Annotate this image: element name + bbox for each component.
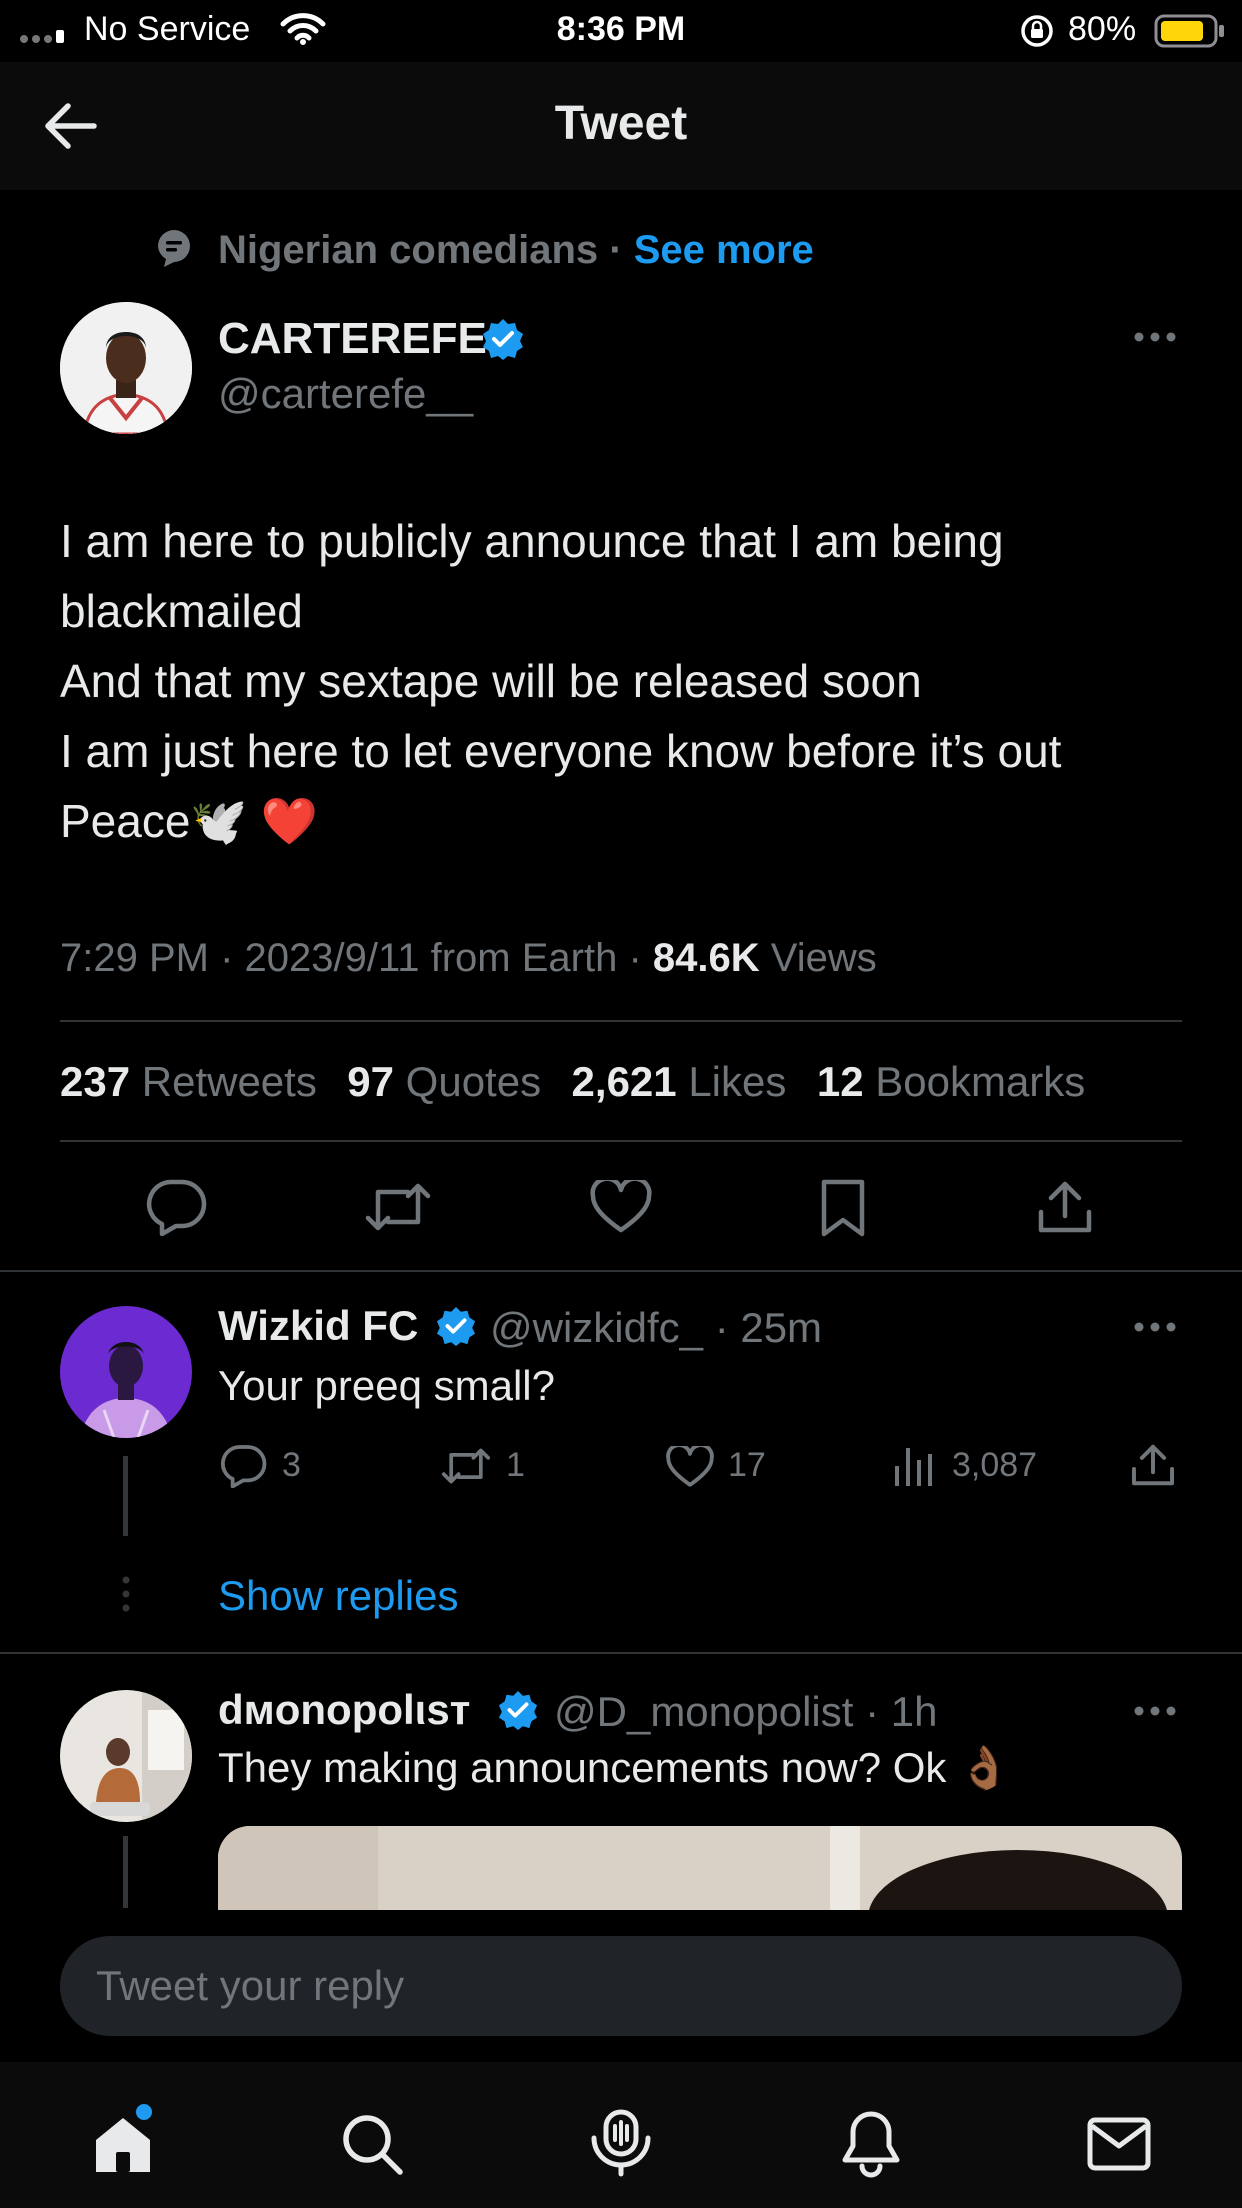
reply-time: · 25m (714, 1304, 823, 1351)
divider (0, 1270, 1242, 1272)
retweets-stat[interactable]: 237 Retweets (60, 1058, 317, 1105)
reply-input-placeholder: Tweet your reply (96, 1962, 405, 2009)
reply-author-name[interactable]: Wizkid FC (218, 1302, 418, 1349)
battery-icon (1154, 14, 1226, 48)
like-count: 17 (728, 1446, 766, 1484)
bottom-tab-bar (0, 2062, 1242, 2208)
mail-icon[interactable] (1086, 2116, 1152, 2172)
notification-dot (136, 2104, 152, 2120)
reply-icon[interactable] (146, 1178, 208, 1236)
thread-line (123, 1456, 128, 1536)
reply-meta: @D_monopolist · 1h (554, 1688, 937, 1736)
reply-media[interactable] (218, 1826, 1182, 1910)
tweet-meta: 7:29 PM · 2023/9/11 from Earth · 84.6K V… (60, 936, 877, 981)
verified-badge-icon (498, 1690, 538, 1730)
retweet-icon[interactable] (440, 1446, 492, 1486)
author-handle[interactable]: @carterefe__ (218, 370, 473, 418)
reply-author-handle[interactable]: @D_monopolist (554, 1688, 853, 1735)
tweet-stats: 237 Retweets 97 Quotes 2,621 Likes 12 Bo… (60, 1058, 1085, 1106)
retweets-count: 237 (60, 1058, 131, 1105)
likes-label: Likes (688, 1058, 787, 1105)
verified-badge-icon (482, 318, 524, 360)
bookmarks-stat[interactable]: 12 Bookmarks (817, 1058, 1085, 1105)
bookmarks-count: 12 (816, 1058, 864, 1105)
heart-icon[interactable] (590, 1180, 652, 1234)
thread-line (123, 1836, 128, 1908)
page-title: Tweet (554, 97, 688, 150)
tweet-timestamp: 7:29 PM · 2023/9/11 from Earth · (60, 936, 653, 980)
retweet-count: 1 (506, 1446, 525, 1484)
reply-header: dмonopolιsт (218, 1686, 470, 1734)
topic-context: Nigerian comedians · See more (218, 228, 814, 273)
reply-input[interactable]: Tweet your reply (60, 1936, 1182, 2036)
view-count: 3,087 (952, 1446, 1038, 1484)
retweets-label: Retweets (141, 1058, 317, 1105)
analytics-icon[interactable] (892, 1444, 934, 1488)
reply-meta: @wizkidfc_ · 25m (490, 1304, 822, 1352)
reply-avatar[interactable] (60, 1690, 192, 1822)
reply-author-handle[interactable]: @wizkidfc_ (490, 1304, 703, 1351)
more-horizontal-icon[interactable] (1132, 1704, 1178, 1718)
likes-count: 2,621 (571, 1058, 677, 1105)
thread-dots-icon (120, 1576, 132, 1612)
bookmark-icon[interactable] (818, 1178, 868, 1238)
spaces-icon[interactable] (588, 2108, 654, 2178)
bell-icon[interactable] (840, 2108, 902, 2178)
reply-author-name[interactable]: dмonopolιsт (218, 1686, 470, 1733)
quotes-stat[interactable]: 97 Quotes (347, 1058, 541, 1105)
clock: 8:36 PM (556, 10, 686, 48)
search-icon[interactable] (340, 2112, 404, 2176)
share-icon[interactable] (1036, 1178, 1094, 1236)
topic-icon (156, 228, 192, 268)
battery-percent: 80% (1068, 10, 1137, 48)
orientation-lock-icon (1020, 14, 1054, 48)
reply-count: 3 (282, 1446, 301, 1484)
topic-separator: · (609, 228, 623, 272)
heart-icon[interactable] (666, 1446, 714, 1488)
topic-label[interactable]: Nigerian comedians (218, 228, 598, 272)
views-count: 84.6K (652, 936, 760, 980)
divider (60, 1020, 1182, 1022)
quotes-label: Quotes (405, 1058, 542, 1105)
bookmarks-label: Bookmarks (875, 1058, 1086, 1105)
author-name[interactable]: CARTEREFE (218, 314, 487, 364)
home-icon[interactable] (90, 2114, 156, 2176)
top-navigation: Tweet (0, 62, 1242, 190)
reply-avatar[interactable] (60, 1306, 192, 1438)
reply-text: They making announcements now? Ok 👌🏾 (218, 1744, 1011, 1791)
show-replies-link[interactable]: Show replies (218, 1572, 458, 1620)
more-horizontal-icon[interactable] (1132, 330, 1178, 344)
reply-text: Your preeq small? (218, 1362, 555, 1409)
reply-header: Wizkid FC (218, 1302, 418, 1350)
views-label: Views (759, 936, 877, 980)
reply-icon[interactable] (220, 1444, 268, 1488)
divider (60, 1140, 1182, 1142)
tweet-text: I am here to publicly announce that I am… (60, 515, 1062, 847)
more-horizontal-icon[interactable] (1132, 1320, 1178, 1334)
status-bar: No Service 8:36 PM 80% (0, 0, 1242, 62)
retweet-icon[interactable] (364, 1180, 432, 1234)
avatar[interactable] (60, 302, 192, 434)
quotes-count: 97 (347, 1058, 394, 1105)
reply-time: · 1h (865, 1688, 938, 1735)
verified-badge-icon (436, 1306, 476, 1346)
see-more-link[interactable]: See more (634, 228, 814, 272)
likes-stat[interactable]: 2,621 Likes (572, 1058, 787, 1105)
share-icon[interactable] (1130, 1442, 1176, 1488)
divider (0, 1652, 1242, 1654)
